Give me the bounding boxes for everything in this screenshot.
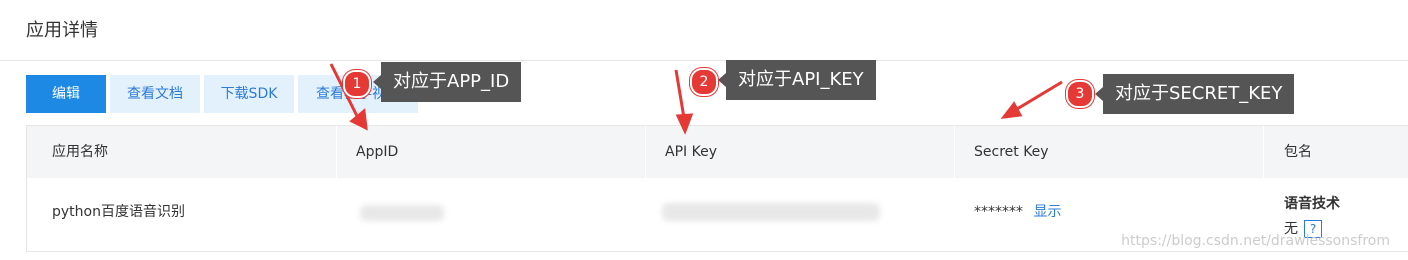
arrow-3 (1011, 80, 1063, 114)
arrow-2 (674, 69, 686, 119)
annotation-label-appid: 对应于APP_ID (372, 62, 522, 102)
annotation-arrows (329, 63, 1063, 135)
annotation-badge-2: 2 (690, 68, 718, 96)
annotation-label-secret-key: 对应于SECRET_KEY (1094, 74, 1295, 114)
arrowhead-2 (675, 113, 694, 135)
annotation-badge-3: 3 (1066, 80, 1094, 108)
annotation-label-api-key: 对应于API_KEY (718, 60, 876, 100)
arrowhead-3 (1000, 101, 1023, 119)
watermark: https://blog.csdn.net/drawlessonsfrom (1121, 233, 1390, 249)
annotation-badge-1: 1 (343, 70, 371, 98)
